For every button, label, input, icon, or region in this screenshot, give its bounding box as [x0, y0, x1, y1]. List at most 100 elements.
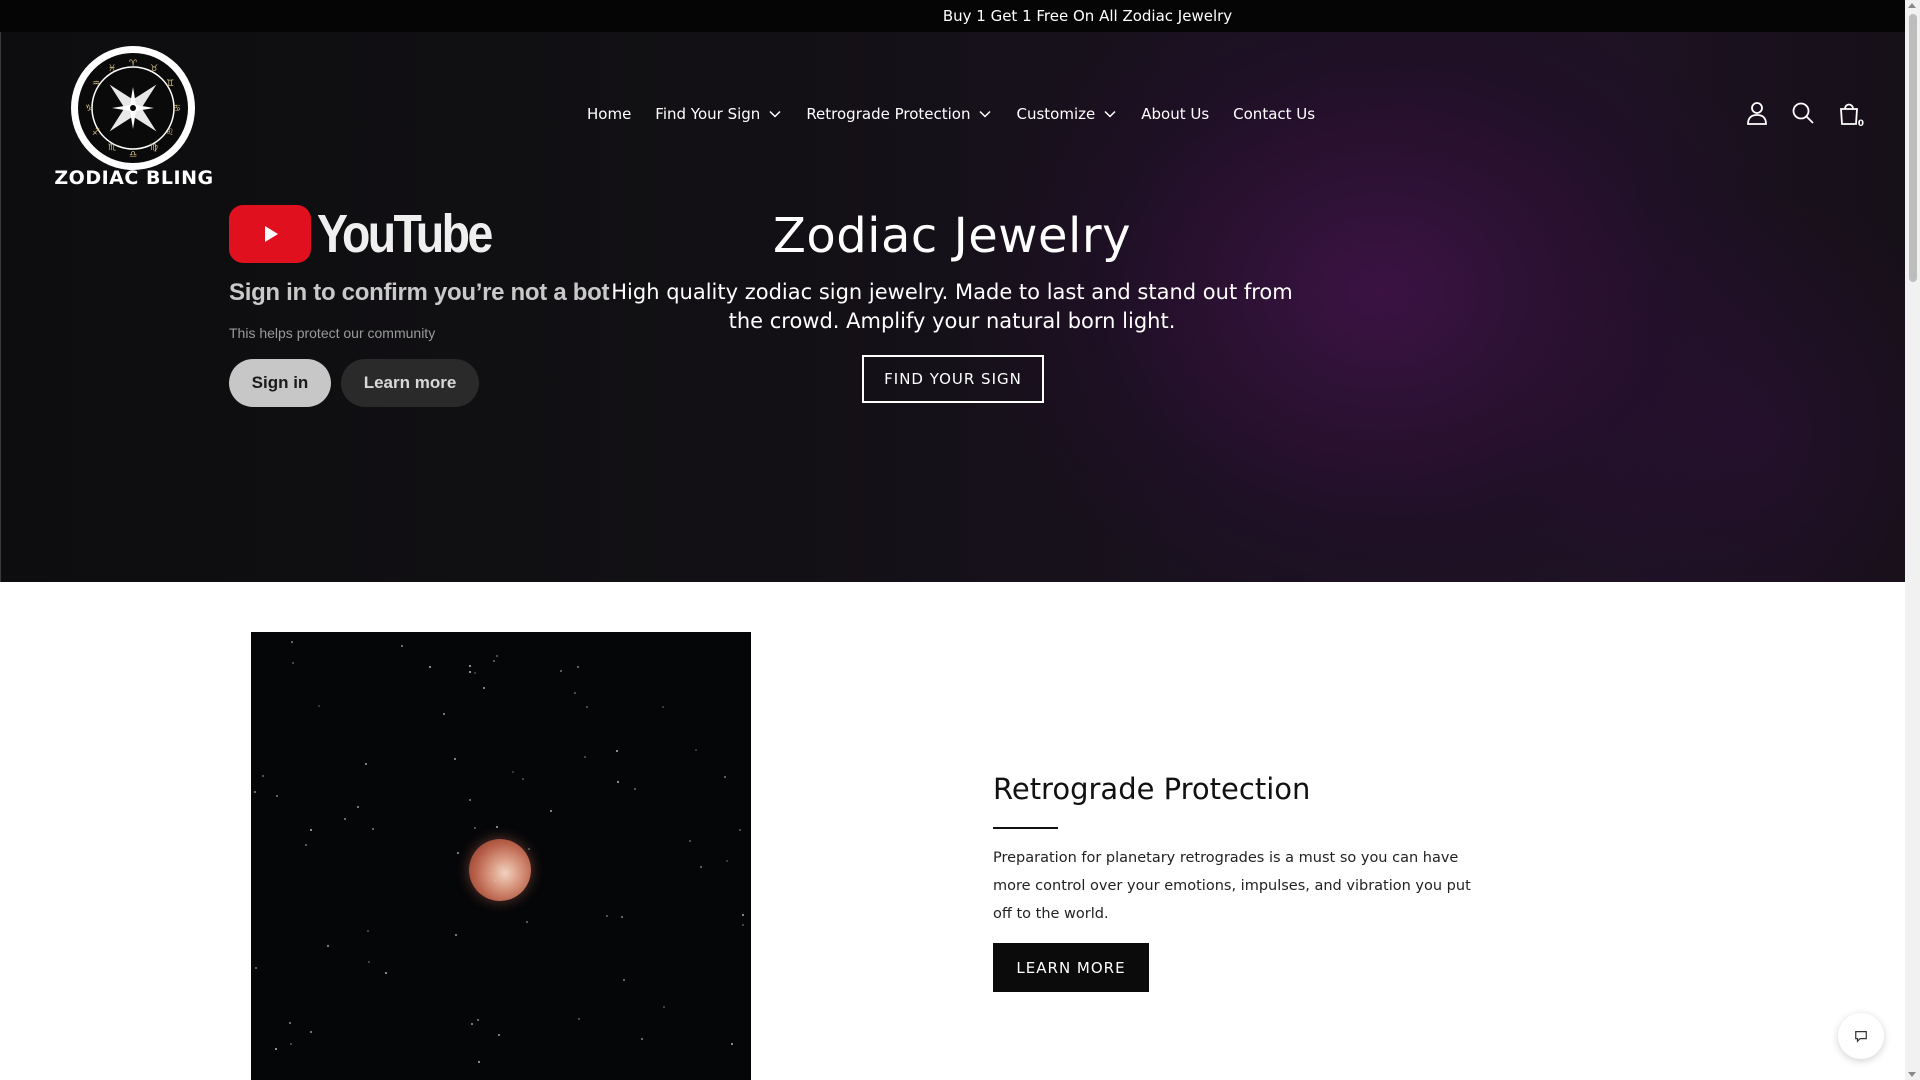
- youtube-logo: YouTube: [229, 203, 609, 265]
- youtube-signin-subtitle: This helps protect our community: [229, 325, 436, 341]
- star: [663, 1006, 665, 1008]
- star: [617, 781, 619, 783]
- star: [290, 1043, 292, 1045]
- star: [574, 692, 576, 694]
- nav-customize[interactable]: Customize: [1016, 105, 1117, 123]
- page-scrollbar[interactable]: [1905, 0, 1920, 1080]
- star: [616, 750, 618, 752]
- user-icon[interactable]: [1745, 100, 1769, 126]
- nav-about-us[interactable]: About Us: [1141, 105, 1209, 123]
- star: [469, 671, 471, 673]
- star: [496, 826, 498, 828]
- star: [262, 775, 264, 777]
- star: [291, 641, 293, 643]
- site-logo[interactable]: ♈ ♉ ♊ ♋ ♌ ♍ ♎ ♏ ♐ ♑ ♒ ♓ ZODIAC BLING: [48, 46, 220, 196]
- zodiac-wheel-icon: ♈ ♉ ♊ ♋ ♌ ♍ ♎ ♏ ♐ ♑ ♒ ♓: [78, 53, 188, 163]
- svg-text:♓: ♓: [108, 64, 116, 74]
- star: [477, 1019, 479, 1021]
- star: [742, 914, 744, 916]
- nav-contact-us[interactable]: Contact Us: [1233, 105, 1315, 123]
- star: [742, 924, 744, 926]
- svg-text:♊: ♊: [166, 79, 174, 89]
- hero-subtitle: High quality zodiac sign jewelry. Made t…: [611, 280, 1293, 333]
- nav-home[interactable]: Home: [587, 105, 631, 123]
- announcement-text: Buy 1 Get 1 Free On All Zodiac Jewelry: [942, 7, 1233, 25]
- hero-title: Zodiac Jewelry: [772, 208, 1132, 264]
- svg-text:♏: ♏: [108, 143, 116, 153]
- title-underline: [993, 827, 1058, 829]
- star: [368, 961, 370, 963]
- star: [474, 827, 476, 829]
- search-icon[interactable]: [1791, 100, 1815, 126]
- star: [365, 763, 367, 765]
- star: [584, 756, 586, 758]
- star: [254, 791, 256, 793]
- star: [586, 706, 588, 708]
- star: [455, 934, 457, 936]
- scroll-down-icon[interactable]: [1908, 1072, 1916, 1077]
- youtube-learn-more-button[interactable]: Learn more: [341, 359, 479, 407]
- star: [469, 665, 471, 667]
- nav-find-your-sign-label: Find Your Sign: [655, 105, 761, 123]
- nav-find-your-sign[interactable]: Find Your Sign: [655, 105, 782, 123]
- nav-home-label: Home: [587, 105, 632, 123]
- star: [662, 706, 664, 708]
- nav-customize-label: Customize: [1016, 105, 1096, 123]
- youtube-sign-in-button[interactable]: Sign in: [229, 359, 331, 407]
- chevron-down-icon: [1103, 107, 1117, 121]
- star: [255, 967, 257, 969]
- blood-moon-image: [251, 632, 751, 1080]
- youtube-wordmark: YouTube: [317, 204, 493, 264]
- hero-left-border: [0, 32, 1, 582]
- star: [577, 666, 579, 668]
- youtube-play-icon: [229, 205, 311, 263]
- nav-about-label: About Us: [1141, 105, 1210, 123]
- nav-contact-label: Contact Us: [1233, 105, 1316, 123]
- retrograde-description: Preparation for planetary retrogrades is…: [993, 850, 1471, 922]
- star: [621, 916, 623, 918]
- find-your-sign-button[interactable]: FIND YOUR SIGN: [862, 355, 1044, 403]
- star: [726, 860, 728, 862]
- star: [496, 655, 498, 657]
- star: [385, 972, 387, 974]
- star: [305, 844, 307, 846]
- star: [318, 705, 320, 707]
- star: [739, 829, 741, 831]
- moon: [469, 839, 531, 901]
- star: [357, 806, 359, 808]
- star: [606, 915, 608, 917]
- star: [578, 1018, 580, 1020]
- svg-text:♈: ♈: [129, 59, 138, 69]
- cart-icon[interactable]: 0: [1837, 100, 1864, 129]
- star: [498, 1034, 500, 1036]
- star: [474, 672, 476, 674]
- star: [457, 852, 459, 854]
- star: [367, 930, 369, 932]
- star: [478, 1061, 480, 1063]
- nav-retrograde-label: Retrograde Protection: [806, 105, 971, 123]
- scroll-thumb[interactable]: [1909, 14, 1917, 282]
- youtube-buttons: Sign in Learn more: [229, 359, 609, 407]
- scroll-up-icon[interactable]: [1908, 3, 1916, 8]
- star: [700, 866, 702, 868]
- star: [372, 828, 374, 830]
- svg-text:♒: ♒: [92, 79, 100, 89]
- nav-retrograde-protection[interactable]: Retrograde Protection: [806, 105, 992, 123]
- cart-count: 0: [1857, 119, 1864, 129]
- chat-bubble-icon[interactable]: [1838, 1013, 1884, 1059]
- star: [634, 788, 636, 790]
- star: [469, 799, 471, 801]
- star: [724, 776, 726, 778]
- learn-more-button[interactable]: LEARN MORE: [993, 943, 1149, 992]
- star: [493, 660, 495, 662]
- retrograde-title: Retrograde Protection: [993, 772, 1311, 806]
- star: [550, 810, 552, 812]
- youtube-signin-title: Sign in to confirm you’re not a bot: [229, 279, 610, 306]
- star: [292, 662, 294, 664]
- announcement-bar: Buy 1 Get 1 Free On All Zodiac Jewelry: [0, 0, 1905, 32]
- star: [289, 1022, 291, 1024]
- svg-text:♍: ♍: [150, 143, 158, 153]
- svg-text:♑: ♑: [85, 104, 93, 114]
- star: [689, 840, 691, 842]
- chevron-down-icon: [768, 107, 782, 121]
